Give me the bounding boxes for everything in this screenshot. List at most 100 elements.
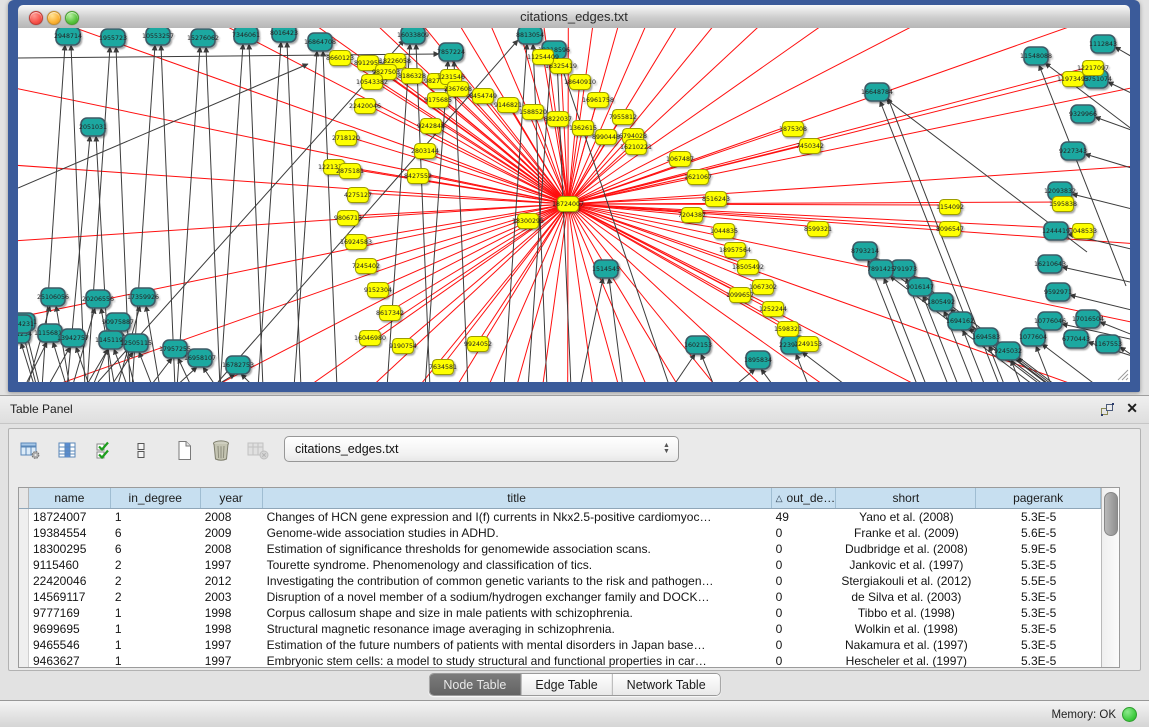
tab-network-table[interactable]: Network Table — [613, 674, 720, 695]
graph-node[interactable]: 11548088 — [1020, 47, 1052, 65]
graph-node[interactable]: 8660123 — [326, 51, 354, 66]
graph-node[interactable]: 1249153 — [794, 337, 822, 352]
graph-node[interactable]: 2948714 — [54, 28, 82, 45]
graph-node[interactable]: 1112843 — [1089, 35, 1117, 53]
graph-node[interactable]: 16782753 — [222, 356, 254, 374]
graph-node[interactable]: 1694162 — [946, 312, 974, 330]
citation-graph[interactable]: 2948714195572310553257152760627346061801… — [18, 28, 1130, 382]
graph-node[interactable]: 8904231 — [18, 315, 34, 333]
graph-node[interactable]: 25106056 — [37, 288, 69, 306]
graph-node[interactable]: 7245402 — [352, 259, 380, 274]
graph-node[interactable]: 9592971 — [1044, 283, 1072, 301]
network-canvas[interactable]: 2948714195572310553257152760627346061801… — [18, 28, 1130, 382]
new-column-button[interactable] — [172, 438, 196, 462]
graph-node[interactable]: 7955812 — [609, 110, 637, 125]
graph-node[interactable]: 16033809 — [397, 28, 429, 44]
show-columns-button[interactable] — [55, 438, 79, 462]
graph-node[interactable]: 16210643 — [1034, 255, 1066, 273]
graph-node[interactable]: 1044835 — [710, 224, 738, 239]
graph-node[interactable]: 2803144 — [411, 144, 439, 159]
graph-node[interactable]: 1602153 — [684, 336, 712, 354]
graph-node[interactable]: 8516243 — [702, 192, 730, 207]
graph-node[interactable]: 1595838 — [1049, 197, 1077, 212]
graph-node[interactable]: 1875308 — [779, 122, 807, 137]
graph-node[interactable]: 2051031 — [79, 118, 107, 136]
graph-node[interactable]: 15276062 — [187, 29, 219, 47]
graph-node[interactable]: 8096547 — [936, 222, 964, 237]
graph-node[interactable]: 1244419 — [1042, 222, 1070, 240]
graph-node[interactable]: 16046980 — [354, 331, 386, 346]
graph-node[interactable]: 7346061 — [232, 28, 260, 44]
graph-node[interactable]: 13942757 — [57, 329, 89, 347]
graph-node[interactable]: 8813054 — [516, 28, 544, 44]
table-row[interactable]: 911546021997Tourette syndrome. Phenomeno… — [19, 557, 1101, 573]
graph-node[interactable]: 1805492 — [927, 293, 955, 311]
graph-node[interactable]: 9806713 — [334, 211, 362, 226]
column-header-short[interactable]: short — [836, 488, 976, 508]
graph-node[interactable]: 9152304 — [364, 283, 392, 298]
graph-node[interactable]: 7857224 — [437, 43, 465, 61]
graph-node[interactable]: 8617342 — [376, 306, 404, 321]
graph-node[interactable]: 8427552 — [404, 169, 432, 184]
row-height-button[interactable] — [129, 438, 153, 462]
graph-node[interactable]: 7634581 — [429, 360, 457, 375]
graph-node[interactable]: 20206556 — [82, 290, 114, 308]
graph-node[interactable]: 1099657 — [726, 288, 754, 303]
close-panel-icon[interactable]: ✕ — [1126, 400, 1138, 417]
graph-node[interactable]: 1048533 — [1069, 224, 1097, 239]
table-settings-button[interactable] — [18, 438, 42, 462]
float-panel-icon[interactable] — [1100, 402, 1115, 417]
table-row[interactable]: 1872400712008Changes of HCN gene express… — [19, 509, 1101, 525]
graph-node[interactable]: 9924052 — [464, 337, 492, 352]
table-source-dropdown[interactable]: citations_edges.txt ▲▼ — [284, 436, 679, 462]
graph-node[interactable]: 1067487 — [666, 152, 694, 167]
column-header-in_degree[interactable]: in_degree — [111, 488, 201, 508]
graph-node[interactable]: 1895834 — [744, 351, 772, 369]
graph-node[interactable]: 2875181 — [336, 164, 364, 179]
table-row[interactable]: 2242004622012Investigating the contribut… — [19, 573, 1101, 589]
graph-node[interactable]: 1621067 — [684, 170, 712, 185]
graph-node[interactable]: 1598321 — [774, 322, 802, 337]
graph-node[interactable]: 1167553 — [1094, 335, 1122, 353]
graph-node[interactable]: 12505115 — [120, 334, 152, 352]
graph-node[interactable]: 4275127 — [344, 188, 372, 203]
graph-node[interactable]: 7450342 — [796, 139, 824, 154]
graph-node[interactable]: 2718120 — [332, 131, 360, 146]
graph-node[interactable]: 17016504 — [1072, 310, 1104, 328]
resize-grip[interactable] — [1115, 367, 1129, 381]
table-row[interactable]: 1830029562008Estimation of significance … — [19, 541, 1101, 557]
memory-status[interactable]: Memory: OK — [1051, 707, 1137, 722]
delete-table-button[interactable] — [246, 438, 270, 462]
graph-node[interactable]: 9016147 — [906, 278, 934, 296]
graph-node[interactable]: 1694583 — [972, 328, 1000, 346]
column-header-pagerank[interactable]: pagerank — [976, 488, 1101, 508]
graph-node[interactable]: 16648784 — [861, 83, 893, 101]
graph-node[interactable]: 8990448 — [592, 130, 620, 145]
table-row[interactable]: 977716911998Corpus callosum shape and si… — [19, 605, 1101, 621]
tab-edge-table[interactable]: Edge Table — [521, 674, 612, 695]
graph-node[interactable]: 90975887 — [102, 313, 134, 331]
graph-node[interactable]: 9245032 — [994, 342, 1022, 360]
graph-node[interactable]: 16864708 — [304, 33, 336, 51]
graph-node[interactable]: 1955723 — [99, 29, 127, 47]
column-header-title[interactable]: title — [263, 488, 772, 508]
graph-node[interactable]: 1252244 — [759, 302, 787, 317]
graph-node[interactable]: 9190754 — [389, 339, 417, 354]
graph-node[interactable]: 8016423 — [270, 28, 298, 42]
graph-node[interactable]: 7891425 — [867, 260, 895, 278]
graph-node[interactable]: 22420046 — [349, 99, 381, 114]
graph-node[interactable]: 9242848 — [417, 119, 445, 134]
graph-node[interactable]: 10776046 — [1034, 312, 1066, 330]
graph-node[interactable]: 9146821 — [494, 98, 522, 113]
window-titlebar[interactable]: citations_edges.txt — [18, 5, 1130, 29]
tab-node-table[interactable]: Node Table — [429, 674, 521, 695]
graph-node[interactable]: 1154092 — [936, 200, 964, 215]
graph-node[interactable]: 1588520 — [519, 105, 547, 120]
graph-node[interactable]: 8454749 — [469, 89, 497, 104]
column-header-year[interactable]: year — [201, 488, 263, 508]
graph-node[interactable]: 9329966 — [1069, 105, 1097, 123]
graph-node[interactable]: 8822037 — [544, 112, 572, 127]
graph-node[interactable]: 7204387 — [678, 208, 706, 223]
table-row[interactable]: 1938455462009Genome-wide association stu… — [19, 525, 1101, 541]
column-header-out_de[interactable]: △out_de… — [772, 488, 837, 508]
